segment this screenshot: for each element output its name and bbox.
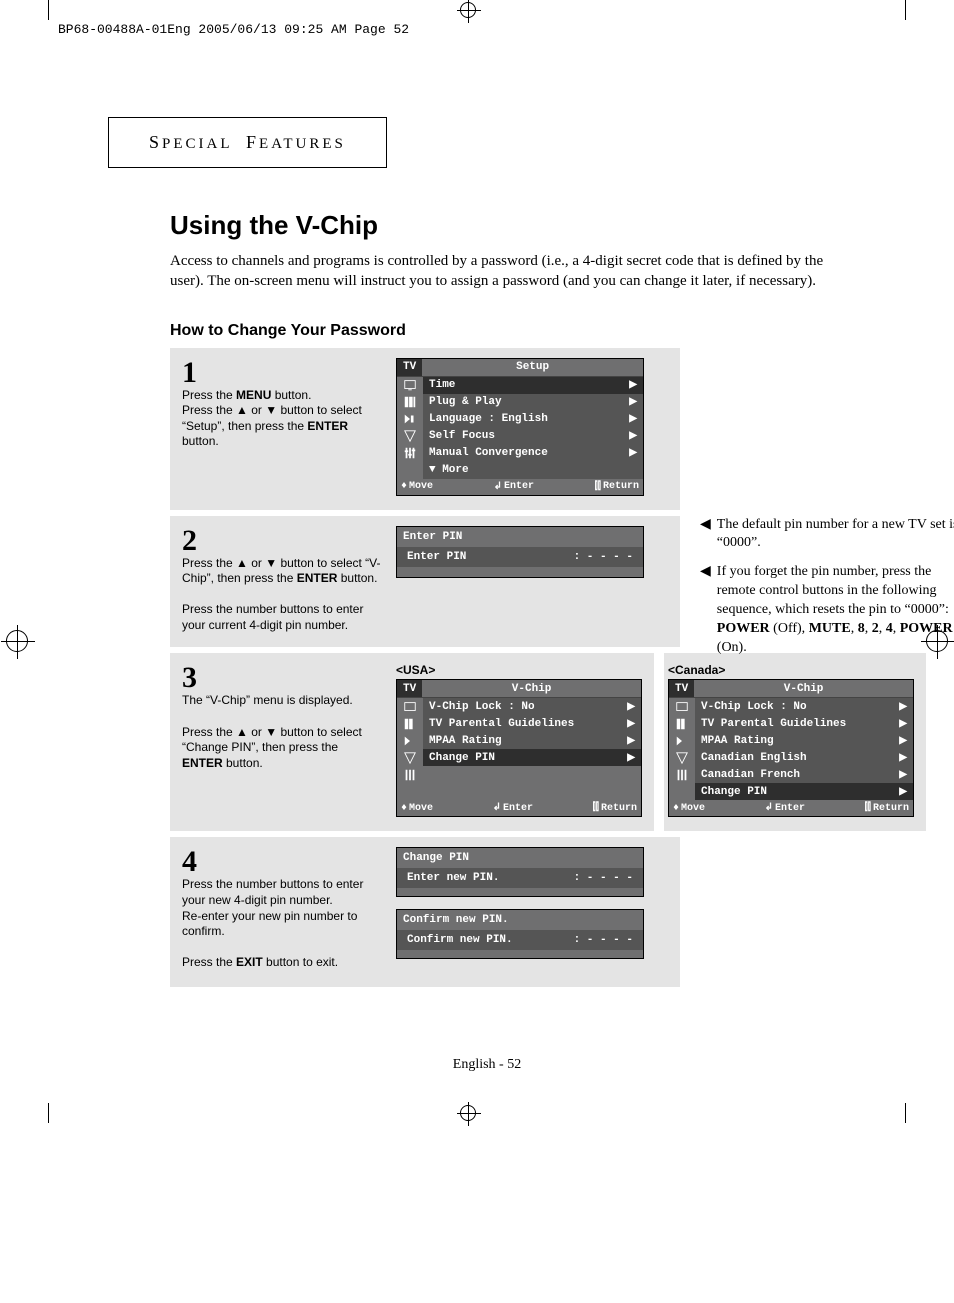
- osd-menu-item: ▼ More: [423, 462, 643, 479]
- osd-vchip-canada: TV V-Chip V-Chip Lock : No▶TV Parental G…: [668, 679, 914, 817]
- osd-category-icons: [397, 698, 423, 800]
- step-2: 2 Press the ▲ or ▼ button to select “V-C…: [170, 516, 680, 648]
- osd-menu-item: TV Parental Guidelines▶: [423, 715, 641, 732]
- osd-menu-item: Canadian French▶: [695, 766, 913, 783]
- osd-row-value: : - - - -: [574, 551, 633, 563]
- step-1-text: Press the MENU button. Press the ▲ or ▼ …: [182, 388, 382, 450]
- channel-icon: [675, 734, 689, 748]
- osd-menu-item: Manual Convergence▶: [423, 445, 643, 462]
- page-title: Using the V-Chip: [170, 210, 874, 241]
- osd-row-value: : - - - -: [574, 934, 633, 946]
- osd-menu-item: MPAA Rating▶: [423, 732, 641, 749]
- step-number: 2: [182, 526, 382, 556]
- osd-vchip-usa: TV V-Chip V-Chip Lock : No: [396, 679, 642, 817]
- osd-tv-label: TV: [397, 680, 422, 697]
- osd-menu-item: Change PIN▶: [695, 783, 913, 800]
- nav-move: ♦Move: [401, 481, 433, 493]
- osd-row-label: Enter new PIN.: [407, 872, 499, 884]
- picture-icon: [403, 378, 417, 392]
- channel-icon: [403, 734, 417, 748]
- osd-header: Enter PIN: [397, 527, 643, 547]
- osd-confirm-pin: Confirm new PIN. Confirm new PIN. : - - …: [396, 909, 644, 959]
- osd-menu-item: Canadian English▶: [695, 749, 913, 766]
- osd-change-pin: Change PIN Enter new PIN. : - - - -: [396, 847, 644, 897]
- osd-menu-item: TV Parental Guidelines▶: [695, 715, 913, 732]
- step-number: 4: [182, 847, 382, 877]
- osd-menu-item: Plug & Play▶: [423, 394, 643, 411]
- sound-icon: [403, 717, 417, 731]
- step-4: 4 Press the number buttons to enter your…: [170, 837, 680, 987]
- osd-tv-label: TV: [397, 359, 422, 376]
- step-4-text: Press the number buttons to enter your n…: [182, 877, 382, 971]
- step-2-text: Press the ▲ or ▼ button to select “V-Chi…: [182, 556, 382, 634]
- timer-icon: [403, 429, 417, 443]
- osd-nav-bar: ♦Move ↲Enter ⫿⫿Return: [397, 479, 643, 495]
- osd-header: Confirm new PIN.: [397, 910, 643, 930]
- setup-icon: [675, 768, 689, 782]
- note-2-text: If you forget the pin number, press the …: [717, 563, 954, 657]
- sound-icon: [403, 395, 417, 409]
- timer-icon: [403, 751, 417, 765]
- osd-category-icons: [397, 377, 423, 479]
- step-3: 3 The “V-Chip” menu is displayed. Press …: [170, 653, 654, 831]
- step-number: 1: [182, 358, 382, 388]
- osd-nav-bar: ♦Move ↲Enter ⫿⫿Return: [397, 800, 641, 816]
- step-1: 1 Press the MENU button. Press the ▲ or …: [170, 348, 680, 510]
- nav-enter: ↲Enter: [494, 481, 534, 493]
- note-1-text: The default pin number for a new TV set …: [717, 516, 954, 554]
- note-marker-icon: ◀: [700, 563, 711, 657]
- crop-marks-bottom: [0, 1103, 954, 1123]
- page-footer: English - 52: [100, 1057, 874, 1073]
- osd-menu-item: Self Focus▶: [423, 428, 643, 445]
- step-number: 3: [182, 663, 382, 693]
- side-notes: ◀ The default pin number for a new TV se…: [700, 516, 954, 668]
- variant-label-usa: <USA>: [396, 663, 642, 677]
- setup-icon: [403, 768, 417, 782]
- channel-icon: [403, 412, 417, 426]
- osd-menu-item: MPAA Rating▶: [695, 732, 913, 749]
- subheading: How to Change Your Password: [170, 322, 874, 340]
- intro-text: Access to channels and programs is contr…: [170, 251, 854, 292]
- osd-menu-item: Language : English▶: [423, 411, 643, 428]
- picture-icon: [675, 700, 689, 714]
- section-title: SPECIAL FEATURES: [108, 117, 387, 168]
- note-marker-icon: ◀: [700, 516, 711, 554]
- step-3-text: The “V-Chip” menu is displayed. Press th…: [182, 693, 382, 771]
- timer-icon: [675, 751, 689, 765]
- nav-return: ⫿⫿Return: [595, 481, 639, 493]
- picture-icon: [403, 700, 417, 714]
- osd-row-value: : - - - -: [574, 872, 633, 884]
- osd-title: V-Chip: [422, 683, 641, 695]
- osd-menu-item: V-Chip Lock : No▶: [695, 698, 913, 715]
- sound-icon: [675, 717, 689, 731]
- osd-menu-item: Time▶: [423, 377, 643, 394]
- osd-menu-item: Change PIN▶: [423, 749, 641, 766]
- osd-enter-pin: Enter PIN Enter PIN : - - - -: [396, 526, 644, 578]
- osd-tv-label: TV: [669, 680, 694, 697]
- crop-marks-top: [0, 0, 954, 20]
- osd-title: Setup: [422, 361, 643, 373]
- print-header: BP68-00488A-01Eng 2005/06/13 09:25 AM Pa…: [0, 20, 954, 37]
- osd-title: V-Chip: [694, 683, 913, 695]
- osd-menu-item: V-Chip Lock : No▶: [423, 698, 641, 715]
- osd-row-label: Confirm new PIN.: [407, 934, 513, 946]
- osd-setup-menu: TV Setup Time▶Plug & Play▶Language : Eng…: [396, 358, 644, 496]
- osd-category-icons: [669, 698, 695, 800]
- setup-icon: [403, 446, 417, 460]
- osd-header: Change PIN: [397, 848, 643, 868]
- osd-nav-bar: ♦Move ↲Enter ⫿⫿Return: [669, 800, 913, 816]
- osd-row-label: Enter PIN: [407, 551, 466, 563]
